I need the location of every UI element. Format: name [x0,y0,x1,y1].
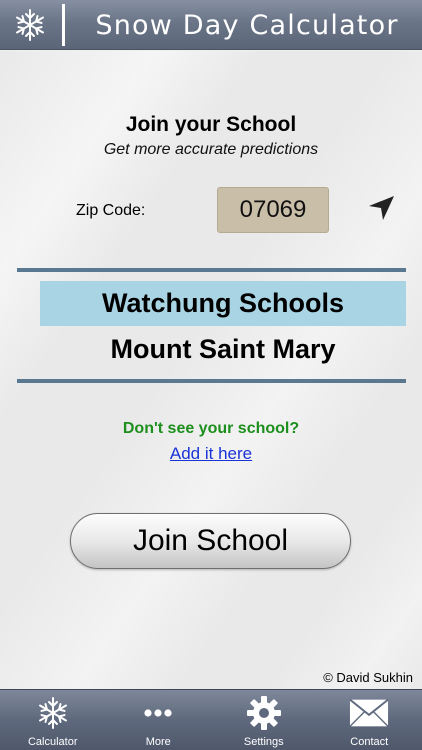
tab-label: Calculator [27,736,78,748]
tab-contact[interactable]: Contact [317,690,422,750]
snowflake-icon [16,9,44,41]
snowflake-icon [33,694,73,732]
list-bottom-divider [17,379,406,383]
zip-code-label: Zip Code: [76,202,146,219]
tab-label: Settings [243,736,284,748]
copyright-text: © David Sukhin [323,670,413,685]
app-header: Snow Day Calculator [0,0,422,50]
more-dots-icon [138,694,178,732]
tab-label: Contact [350,736,389,748]
add-school-link[interactable]: Add it here [0,444,422,464]
join-subtitle: Get more accurate predictions [103,141,319,158]
tab-bar: Calculator More Settings Contact [0,689,422,750]
envelope-icon [349,694,389,732]
join-title: Join your School [125,113,297,136]
join-school-button[interactable]: Join School [70,513,351,569]
app-title: Snow Day Calculator [95,9,399,41]
tab-settings[interactable]: Settings [211,690,317,750]
tab-label: More [145,736,171,748]
list-top-divider [17,268,406,272]
app-logo [0,0,60,50]
tab-more[interactable]: More [106,690,212,750]
gear-icon [244,694,284,732]
school-item[interactable]: Mount Saint Mary [40,327,406,372]
header-divider [62,4,65,46]
school-item-selected[interactable]: Watchung Schools [40,281,406,326]
zip-code-input[interactable] [217,187,329,233]
missing-school-prompt: Don't see your school? [122,420,300,437]
tab-calculator[interactable]: Calculator [0,690,106,750]
location-arrow-icon[interactable] [366,193,396,223]
join-school-panel: Join your School Get more accurate predi… [0,51,422,689]
